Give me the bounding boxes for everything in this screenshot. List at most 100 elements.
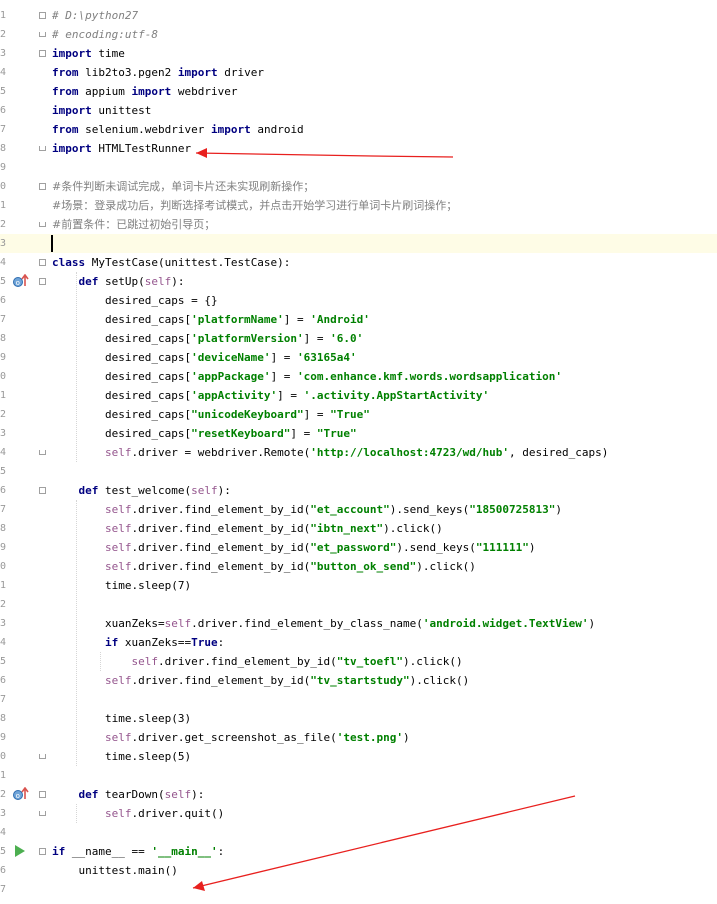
fold-toggle-icon[interactable]: [39, 278, 46, 285]
code-line[interactable]: 3 self.driver.quit(): [0, 804, 717, 823]
line-number: 4: [0, 827, 6, 838]
code-line[interactable]: 3 desired_caps["resetKeyboard"] = "True": [0, 424, 717, 443]
code-line[interactable]: 6 unittest.main(): [0, 861, 717, 880]
code-line[interactable]: 8 time.sleep(3): [0, 709, 717, 728]
code-line[interactable]: 8 desired_caps['platformVersion'] = '6.0…: [0, 329, 717, 348]
code-editor[interactable]: 1 # D:\python27 2 # encoding:utf-8 3 import t…: [0, 0, 717, 904]
code-line[interactable]: 9 desired_caps['deviceName'] = '63165a4': [0, 348, 717, 367]
fold-end-icon[interactable]: [39, 146, 46, 151]
code-text: import time: [52, 44, 125, 63]
fold-end-icon[interactable]: [39, 32, 46, 37]
code-token: desired_caps[: [52, 370, 192, 383]
code-line[interactable]: 1 time.sleep(7): [0, 576, 717, 595]
code-line[interactable]: 2 desired_caps["unicodeKeyboard"] = "Tru…: [0, 405, 717, 424]
fold-end-icon[interactable]: [39, 222, 46, 227]
code-line[interactable]: 4 self.driver = webdriver.Remote('http:/…: [0, 443, 717, 462]
line-number: 6: [0, 105, 6, 116]
code-text: self.driver.find_element_by_id("tv_toefl…: [52, 652, 462, 671]
code-line[interactable]: 3 xuanZeks=self.driver.find_element_by_c…: [0, 614, 717, 633]
code-line[interactable]: 5 self.driver.find_element_by_id("tv_toe…: [0, 652, 717, 671]
code-line[interactable]: 5: [0, 462, 717, 481]
code-line[interactable]: 8 import HTMLTestRunner: [0, 139, 717, 158]
code-token: desired_caps[: [52, 332, 192, 345]
code-line[interactable]: 2 #前置条件：已跳过初始引导页；: [0, 215, 717, 234]
line-number: 5: [0, 466, 6, 477]
line-number: 6: [0, 485, 6, 496]
code-token: "ibtn_next": [310, 522, 384, 535]
code-text: unittest.main(): [52, 861, 177, 880]
fold-toggle-icon[interactable]: [39, 12, 46, 19]
code-line[interactable]: 6 import unittest: [0, 101, 717, 120]
code-line[interactable]: 5 if __name__ == '__main__':: [0, 842, 717, 861]
line-number: 0: [0, 561, 6, 572]
code-text: #条件判断未调试完成，单词卡片还未实现刷新操作；: [52, 177, 314, 196]
code-line[interactable]: 5 def setUp(self):: [0, 272, 717, 291]
code-line[interactable]: 1 # D:\python27: [0, 6, 717, 25]
code-line[interactable]: 0 self.driver.find_element_by_id("button…: [0, 557, 717, 576]
code-line[interactable]: 9 self.driver.get_screenshot_as_file('te…: [0, 728, 717, 747]
code-token: __name__ ==: [65, 845, 152, 858]
code-line[interactable]: 9: [0, 158, 717, 177]
indent-guide: [76, 500, 77, 766]
code-line[interactable]: 6 self.driver.find_element_by_id("tv_sta…: [0, 671, 717, 690]
code-line[interactable]: 4 from lib2to3.pgen2 import driver: [0, 63, 717, 82]
code-line[interactable]: 8 self.driver.find_element_by_id("ibtn_n…: [0, 519, 717, 538]
code-token: "et_password": [310, 541, 397, 554]
code-token: setUp(: [98, 275, 145, 288]
code-line[interactable]: 4 if xuanZeks==True:: [0, 633, 717, 652]
code-line[interactable]: 6 def test_welcome(self):: [0, 481, 717, 500]
code-line[interactable]: 2 def tearDown(self):: [0, 785, 717, 804]
code-token: ] =: [303, 332, 331, 345]
code-token: time.sleep(7): [52, 579, 192, 592]
code-line[interactable]: 0 #条件判断未调试完成，单词卡片还未实现刷新操作；: [0, 177, 717, 196]
fold-end-icon[interactable]: [39, 754, 46, 759]
fold-toggle-icon[interactable]: [39, 791, 46, 798]
line-number: 7: [0, 694, 6, 705]
code-line[interactable]: 7 desired_caps['platformName'] = 'Androi…: [0, 310, 717, 329]
code-line[interactable]: 7 from selenium.webdriver import android: [0, 120, 717, 139]
code-line[interactable]: 0 desired_caps['appPackage'] = 'com.enha…: [0, 367, 717, 386]
fold-toggle-icon[interactable]: [39, 183, 46, 190]
code-line[interactable]: 0 time.sleep(5): [0, 747, 717, 766]
fold-end-icon[interactable]: [39, 811, 46, 816]
code-line[interactable]: 2: [0, 595, 717, 614]
code-line[interactable]: 1 #场景：登录成功后，判断选择考试模式，并点击开始学习进行单词卡片刷词操作；: [0, 196, 717, 215]
fold-toggle-icon[interactable]: [39, 848, 46, 855]
code-token: "True": [316, 427, 357, 440]
fold-toggle-icon[interactable]: [39, 259, 46, 266]
override-method-icon[interactable]: o: [13, 274, 29, 288]
code-line[interactable]: 4 class MyTestCase(unittest.TestCase):: [0, 253, 717, 272]
code-token: import: [131, 85, 172, 98]
fold-toggle-icon[interactable]: [39, 50, 46, 57]
code-token: .driver.find_element_by_id(: [131, 541, 311, 554]
code-token: from: [52, 66, 79, 79]
override-method-icon[interactable]: o: [13, 787, 29, 801]
code-token: ): [403, 731, 410, 744]
svg-text:o: o: [16, 792, 20, 800]
code-line[interactable]: 3: [0, 234, 717, 253]
code-line[interactable]: 7 self.driver.find_element_by_id("et_acc…: [0, 500, 717, 519]
code-token: .driver.get_screenshot_as_file(: [131, 731, 337, 744]
code-line[interactable]: 9 self.driver.find_element_by_id("et_pas…: [0, 538, 717, 557]
code-line[interactable]: 7: [0, 880, 717, 899]
code-line[interactable]: 4: [0, 823, 717, 842]
code-line[interactable]: 1 desired_caps['appActivity'] = '.activi…: [0, 386, 717, 405]
run-icon[interactable]: [15, 845, 25, 857]
code-line[interactable]: 3 import time: [0, 44, 717, 63]
fold-toggle-icon[interactable]: [39, 487, 46, 494]
code-text: if __name__ == '__main__':: [52, 842, 224, 861]
line-number: 2: [0, 789, 6, 800]
code-line[interactable]: 7: [0, 690, 717, 709]
code-line[interactable]: 5 from appium import webdriver: [0, 82, 717, 101]
code-token: "tv_toefl": [336, 655, 404, 668]
code-line[interactable]: 6 desired_caps = {}: [0, 291, 717, 310]
fold-end-icon[interactable]: [39, 450, 46, 455]
code-line[interactable]: 1: [0, 766, 717, 785]
code-line[interactable]: 2 # encoding:utf-8: [0, 25, 717, 44]
